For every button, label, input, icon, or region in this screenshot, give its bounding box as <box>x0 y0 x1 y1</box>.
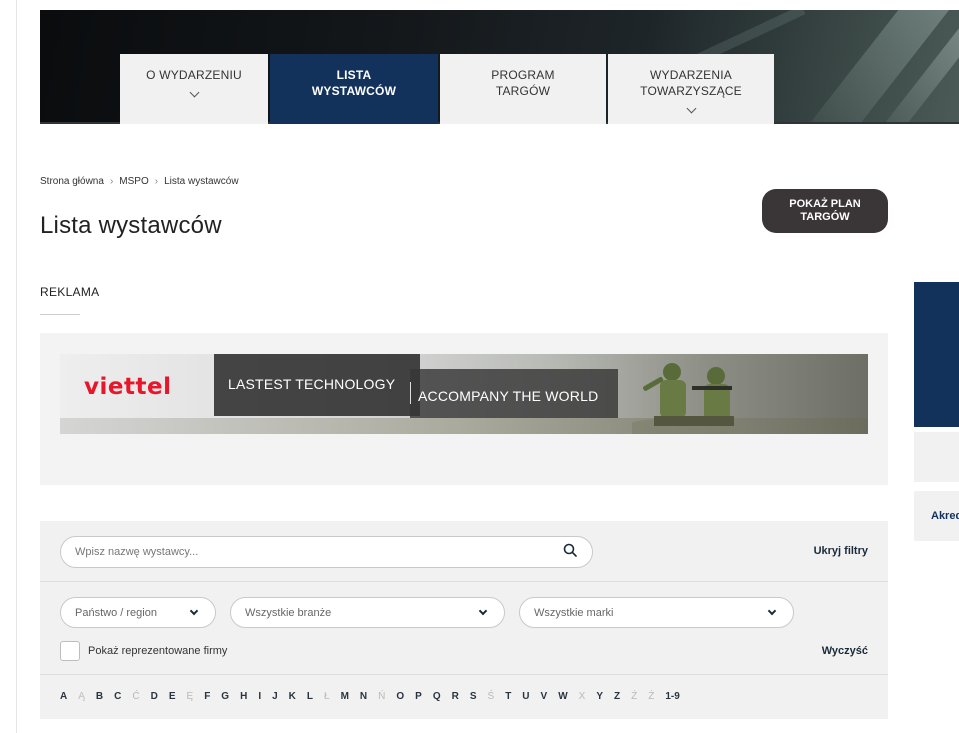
ad-divider <box>410 382 411 404</box>
chevron-down-icon <box>189 87 199 98</box>
nav-item-label: O WYDARZENIU <box>146 68 242 82</box>
nav-item-lista-wystawcow[interactable]: LISTA WYSTAWCÓW <box>270 54 438 124</box>
filters-panel: Ukryj filtry Państwo / region Wszystkie … <box>40 521 888 719</box>
filters-divider <box>40 581 888 582</box>
ad-banner[interactable]: viettel LASTEST TECHNOLOGY ACCOMPANY THE… <box>60 354 868 434</box>
breadcrumb-separator: › <box>154 176 159 187</box>
alphabet-letter[interactable]: R <box>452 691 459 702</box>
country-select-value: Państwo / region <box>75 606 157 619</box>
alphabet-letter: Ź <box>631 691 638 702</box>
alphabet-letter[interactable]: N <box>360 691 367 702</box>
alphabet-letter[interactable]: K <box>289 691 296 702</box>
alphabet-letter: Ć <box>132 691 140 702</box>
country-select[interactable]: Państwo / region <box>60 597 216 628</box>
alphabet-letter[interactable]: D <box>151 691 158 702</box>
sidebar-navy-panel <box>914 282 959 427</box>
alphabet-letter[interactable]: H <box>240 691 247 702</box>
alphabet-letter[interactable]: S <box>470 691 477 702</box>
page-title: Lista wystawców <box>40 212 222 239</box>
alphabet-letter[interactable]: M <box>341 691 349 702</box>
alphabet-letter: Ą <box>78 691 85 702</box>
nav-item-o-wydarzeniu[interactable]: O WYDARZENIU <box>120 54 268 124</box>
ad-brand-logo: viettel <box>84 374 172 400</box>
nav-item-program-targow[interactable]: PROGRAM TARGÓW <box>440 54 606 124</box>
alphabet-letter: Ę <box>186 691 194 702</box>
search-icon[interactable] <box>563 543 577 557</box>
alphabet-letter: Ż <box>648 691 655 702</box>
alphabet-letter[interactable]: F <box>204 691 210 702</box>
show-represented-label[interactable]: Pokaż reprezentowane firmy <box>88 645 227 657</box>
nav-item-label: LISTA WYSTAWCÓW <box>311 68 397 98</box>
sidebar-gray-panel <box>914 432 959 482</box>
clear-filters-link[interactable]: Wyczyść <box>822 645 868 657</box>
alphabet-letter[interactable]: Y <box>596 691 603 702</box>
ad-text-primary: LASTEST TECHNOLOGY <box>228 376 396 392</box>
chevron-down-icon <box>478 606 488 616</box>
main-nav: O WYDARZENIU LISTA WYSTAWCÓW PROGRAM TAR… <box>120 54 774 124</box>
alphabet-letter[interactable]: Q <box>433 691 441 702</box>
alphabet-letter[interactable]: A <box>60 691 67 702</box>
exhibitor-search-input[interactable] <box>60 536 593 568</box>
breadcrumb-current: Lista wystawców <box>164 176 239 187</box>
breadcrumb-separator: › <box>109 176 114 187</box>
nav-item-label: PROGRAM TARGÓW <box>491 68 555 98</box>
alphabet-letter: Ł <box>324 691 330 702</box>
industry-select-value: Wszystkie branże <box>245 606 332 619</box>
alphabet-letter[interactable]: P <box>415 691 422 702</box>
page-left-border <box>16 0 17 733</box>
hide-filters-link[interactable]: Ukryj filtry <box>814 545 868 557</box>
alphabet-letter[interactable]: Z <box>614 691 620 702</box>
chevron-down-icon <box>686 103 696 114</box>
alphabet-letter[interactable]: 1-9 <box>665 691 679 702</box>
alphabet-letter[interactable]: W <box>558 691 567 702</box>
ad-section-underline <box>40 314 80 315</box>
alphabet-letter[interactable]: J <box>272 691 278 702</box>
sidebar-accreditation-label[interactable]: Akred <box>931 510 959 522</box>
alphabet-letter[interactable]: B <box>96 691 103 702</box>
show-represented-checkbox[interactable] <box>60 641 80 661</box>
breadcrumb-home[interactable]: Strona główna <box>40 176 104 187</box>
alphabet-letter[interactable]: I <box>258 691 261 702</box>
alphabet-letter[interactable]: L <box>307 691 313 702</box>
soldiers-image <box>632 363 742 434</box>
nav-item-wydarzenia-towarzyszace[interactable]: WYDARZENIA TOWARZYSZĄCE <box>608 54 774 124</box>
ad-text-secondary: ACCOMPANY THE WORLD <box>418 388 599 404</box>
alphabet-letter[interactable]: G <box>221 691 229 702</box>
chevron-down-icon <box>767 606 777 616</box>
breadcrumb: Strona główna › MSPO › Lista wystawców <box>40 176 239 187</box>
alphabet-filter: A Ą B C Ć D E Ę F G H I J K L Ł M N Ń O P Q R S Ś T U V W X Y Z Ź Ż 1-9 <box>60 691 691 702</box>
alphabet-letter[interactable]: C <box>114 691 121 702</box>
alphabet-letter[interactable]: O <box>396 691 404 702</box>
alphabet-letter[interactable]: T <box>505 691 511 702</box>
breadcrumb-mspo[interactable]: MSPO <box>119 176 148 187</box>
nav-item-label: WYDARZENIA TOWARZYSZĄCE <box>640 68 742 98</box>
alphabet-letter: X <box>578 691 586 702</box>
chevron-down-icon <box>189 606 199 616</box>
alphabet-divider <box>40 674 888 675</box>
show-plan-button[interactable]: POKAŻ PLAN TARGÓW <box>762 189 888 233</box>
alphabet-letter[interactable]: E <box>169 691 176 702</box>
alphabet-letter: Ś <box>487 691 495 702</box>
alphabet-letter[interactable]: U <box>522 691 529 702</box>
ad-container: viettel LASTEST TECHNOLOGY ACCOMPANY THE… <box>40 333 888 485</box>
brand-select[interactable]: Wszystkie marki <box>519 597 794 628</box>
brand-select-value: Wszystkie marki <box>534 606 614 619</box>
ad-section-label: REKLAMA <box>40 285 100 299</box>
alphabet-letter: Ń <box>378 691 386 702</box>
industry-select[interactable]: Wszystkie branże <box>230 597 505 628</box>
alphabet-letter[interactable]: V <box>541 691 548 702</box>
